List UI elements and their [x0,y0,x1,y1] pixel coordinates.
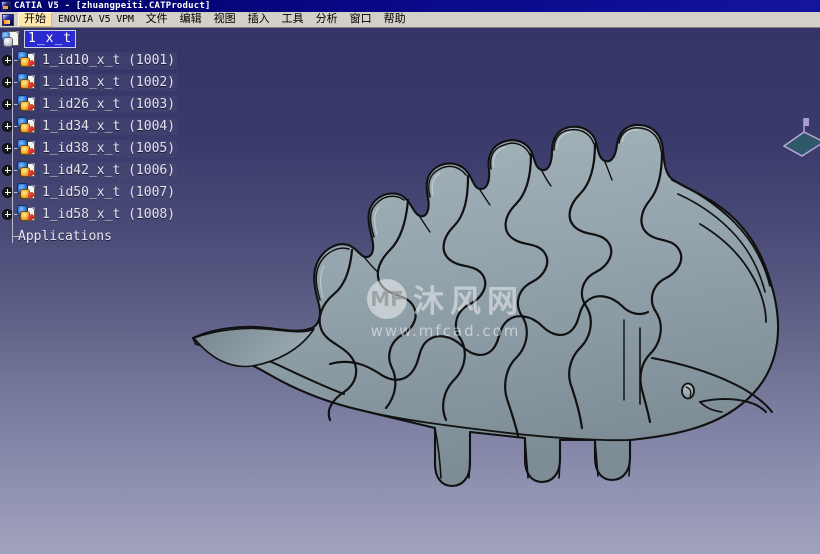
part-icon [18,51,38,69]
catia-application-window: CATIA V5 - [zhuangpeiti.CATProduct] 开始 E… [0,0,820,554]
menu-edit[interactable]: 编辑 [174,12,208,27]
tree-node-label[interactable]: 1_id50_x_t (1007) [40,183,178,201]
tree-node-label[interactable]: 1_id18_x_t (1002) [40,73,178,91]
navigation-compass[interactable] [778,116,820,174]
tree-trunk-line [12,48,13,243]
menu-help[interactable]: 帮助 [378,12,412,27]
tree-connector [2,228,22,245]
menu-start[interactable]: 开始 [18,12,52,27]
part-icon [18,139,38,157]
product-icon [2,30,22,48]
menu-enovia-v5-vpm[interactable]: ENOVIA V5 VPM [52,12,140,27]
menu-tools[interactable]: 工具 [276,12,310,27]
tree-node-1004[interactable]: 1_id34_x_t (1004) [0,115,200,137]
part-icon [18,95,38,113]
catia-app-icon[interactable] [1,1,11,11]
tree-node-applications[interactable]: Applications [0,225,200,247]
catia-document-icon[interactable] [2,13,14,26]
part-icon [18,183,38,201]
tree-node-label[interactable]: 1_id26_x_t (1003) [40,95,178,113]
specification-tree[interactable]: 1_x_t 1_id10_x_t (1001) 1_id18_x_t (1002… [0,28,200,247]
tree-node-label[interactable]: 1_id38_x_t (1005) [40,139,178,157]
tree-node-label[interactable]: 1_id10_x_t (1001) [40,51,178,69]
tree-node-1003[interactable]: 1_id26_x_t (1003) [0,93,200,115]
part-icon [18,161,38,179]
part-icon [18,205,38,223]
tree-node-label[interactable]: 1_id34_x_t (1004) [40,117,178,135]
3d-viewport[interactable]: MF 沐风网 www.mfcad.com 1_x_t 1_id10_x_t (1… [0,28,820,554]
part-icon [18,117,38,135]
tree-root-label[interactable]: 1_x_t [24,30,77,48]
menu-insert[interactable]: 插入 [242,12,276,27]
part-icon [18,73,38,91]
tree-node-1006[interactable]: 1_id42_x_t (1006) [0,159,200,181]
tree-node-1005[interactable]: 1_id38_x_t (1005) [0,137,200,159]
tree-root-node[interactable]: 1_x_t [0,29,200,49]
tree-node-1002[interactable]: 1_id18_x_t (1002) [0,71,200,93]
menu-window[interactable]: 窗口 [344,12,378,27]
menu-analyze[interactable]: 分析 [310,12,344,27]
menu-view[interactable]: 视图 [208,12,242,27]
tree-node-1001[interactable]: 1_id10_x_t (1001) [0,49,200,71]
menu-bar: 开始 ENOVIA V5 VPM 文件 编辑 视图 插入 工具 分析 窗口 帮助 [0,12,820,28]
title-bar: CATIA V5 - [zhuangpeiti.CATProduct] [0,0,820,12]
tree-node-1007[interactable]: 1_id50_x_t (1007) [0,181,200,203]
tree-node-1008[interactable]: 1_id58_x_t (1008) [0,203,200,225]
menu-file[interactable]: 文件 [140,12,174,27]
window-title: CATIA V5 - [zhuangpeiti.CATProduct] [14,1,211,11]
tree-node-label[interactable]: Applications [16,228,114,245]
tree-node-label[interactable]: 1_id42_x_t (1006) [40,161,178,179]
tree-node-label[interactable]: 1_id58_x_t (1008) [40,205,178,223]
